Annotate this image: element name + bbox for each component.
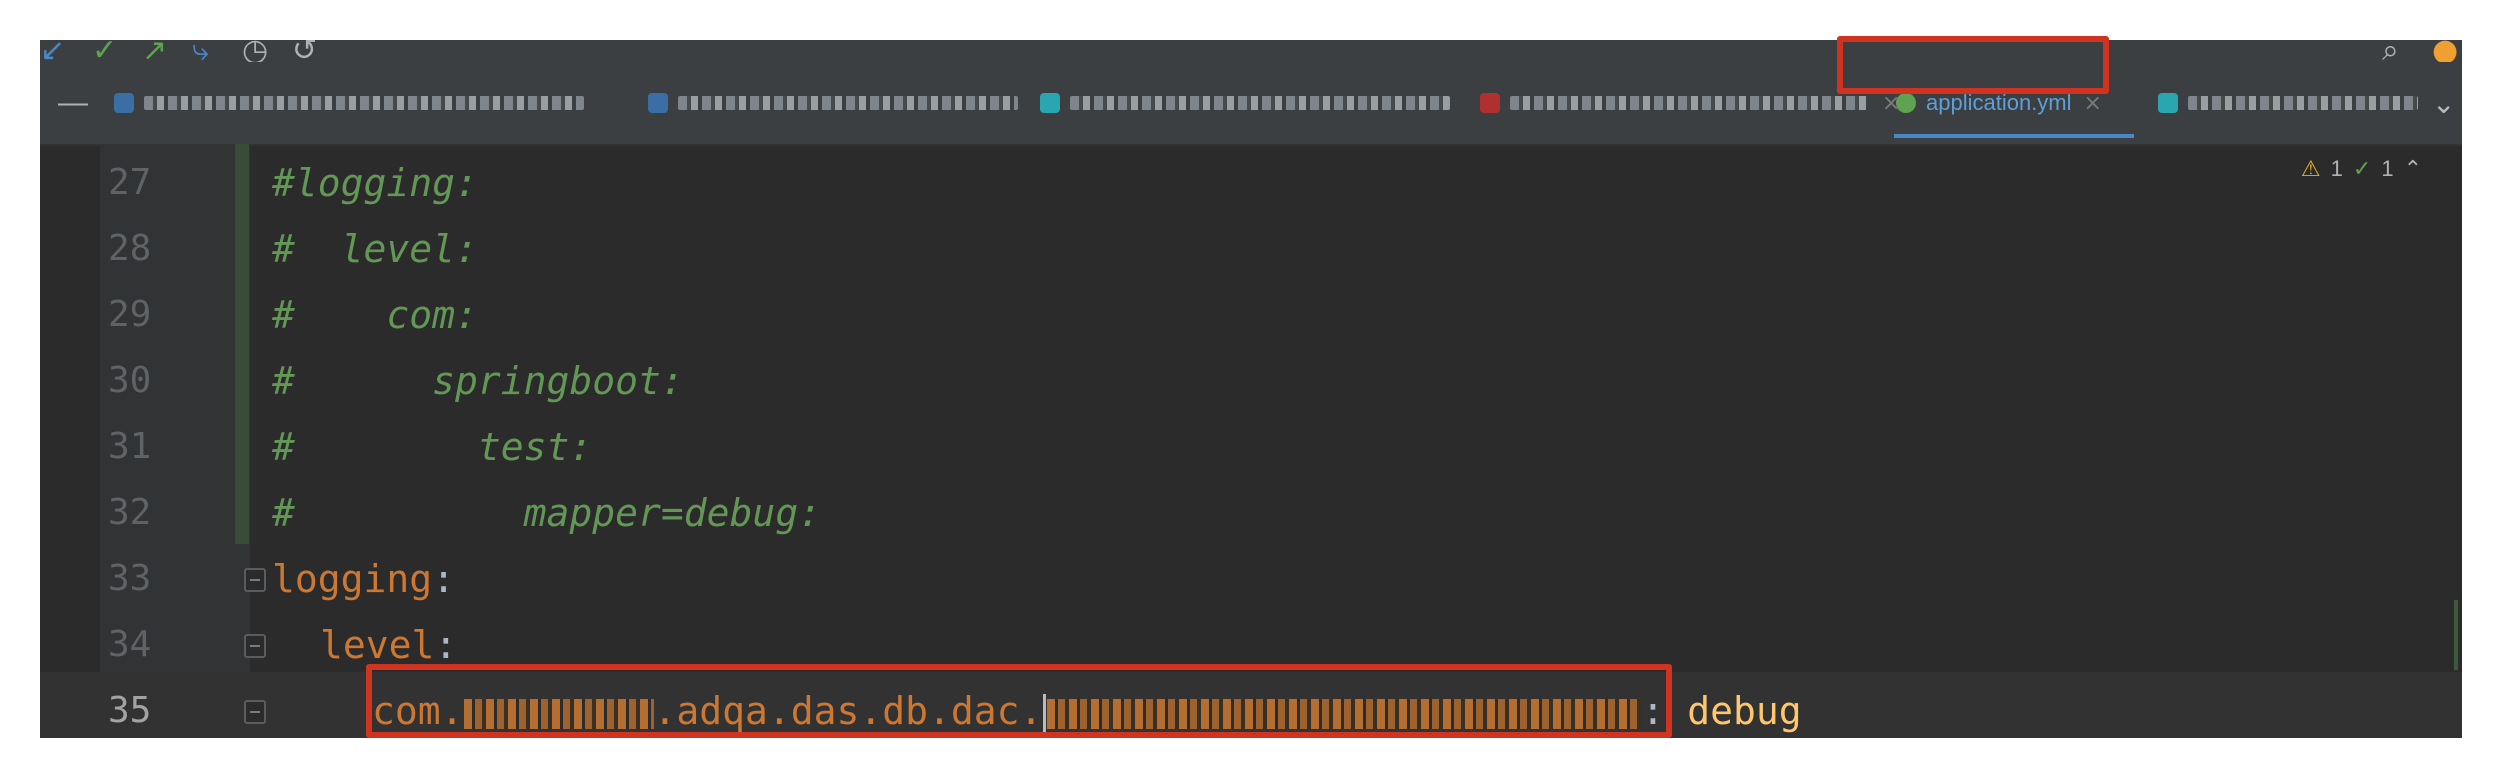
editor-tab[interactable] xyxy=(648,62,1018,144)
code-line[interactable]: 28 # level: xyxy=(40,216,2462,282)
yaml-key: logging xyxy=(272,557,433,601)
file-icon xyxy=(114,93,134,113)
active-tab-indicator xyxy=(1894,134,2134,138)
comment-text: # com: xyxy=(272,293,478,337)
code-line[interactable]: 27 #logging: xyxy=(40,150,2462,216)
file-icon xyxy=(648,93,668,113)
line-number: 30 xyxy=(108,360,152,401)
line-number: 27 xyxy=(108,162,152,203)
line-number: 35 xyxy=(108,690,152,731)
editor-tab[interactable] xyxy=(2158,62,2418,144)
yaml-colon: : xyxy=(432,557,456,601)
yaml-colon: : xyxy=(434,623,458,667)
line-number: 33 xyxy=(108,558,152,599)
yaml-key: level xyxy=(320,623,435,667)
line-number: 28 xyxy=(108,228,152,269)
tab-label-redacted xyxy=(2188,96,2418,110)
line-number: 34 xyxy=(108,624,152,665)
tab-label-redacted xyxy=(1510,96,1870,110)
tab-label-redacted xyxy=(1070,96,1450,110)
scrollbar-marker[interactable] xyxy=(2454,600,2458,670)
collapse-button[interactable]: — xyxy=(58,62,88,144)
close-icon[interactable]: × xyxy=(2084,91,2102,116)
fold-toggle[interactable] xyxy=(244,634,266,658)
comment-text: # test: xyxy=(272,425,593,469)
line-number: 31 xyxy=(108,426,152,467)
annotation-highlight-tab xyxy=(1837,36,2109,94)
tab-label-redacted xyxy=(678,96,1018,110)
editor-tab[interactable] xyxy=(114,62,584,144)
code-line[interactable]: 30 # springboot: xyxy=(40,348,2462,414)
comment-text: # springboot: xyxy=(272,359,684,403)
code-line[interactable]: 31 # test: xyxy=(40,414,2462,480)
annotation-highlight-code xyxy=(366,664,1672,738)
ide-window: ↙ ✓ ↗ ⤷ ◷ ↺ ⌕ ● — × application.yml × ⌄ xyxy=(40,40,2462,738)
comment-text: # mapper=debug: xyxy=(272,491,822,535)
yaml-value: debug xyxy=(1687,689,1802,733)
comment-text: # level: xyxy=(272,227,478,271)
fold-toggle[interactable] xyxy=(244,700,266,724)
line-number: 32 xyxy=(108,492,152,533)
fold-toggle[interactable] xyxy=(244,568,266,592)
code-line[interactable]: 33 logging: xyxy=(40,546,2462,612)
editor-tab[interactable] xyxy=(1040,62,1450,144)
code-line[interactable]: 32 # mapper=debug: xyxy=(40,480,2462,546)
file-icon xyxy=(1480,93,1500,113)
tab-label-redacted xyxy=(144,96,584,110)
file-icon xyxy=(2158,93,2178,113)
comment-text: #logging: xyxy=(272,161,478,205)
yaml-line: logging: xyxy=(272,546,455,612)
file-icon xyxy=(1040,93,1060,113)
code-line[interactable]: 29 # com: xyxy=(40,282,2462,348)
tab-overflow-button[interactable]: ⌄ xyxy=(2432,62,2455,144)
line-number: 29 xyxy=(108,294,152,335)
spring-config-icon xyxy=(1896,93,1916,113)
